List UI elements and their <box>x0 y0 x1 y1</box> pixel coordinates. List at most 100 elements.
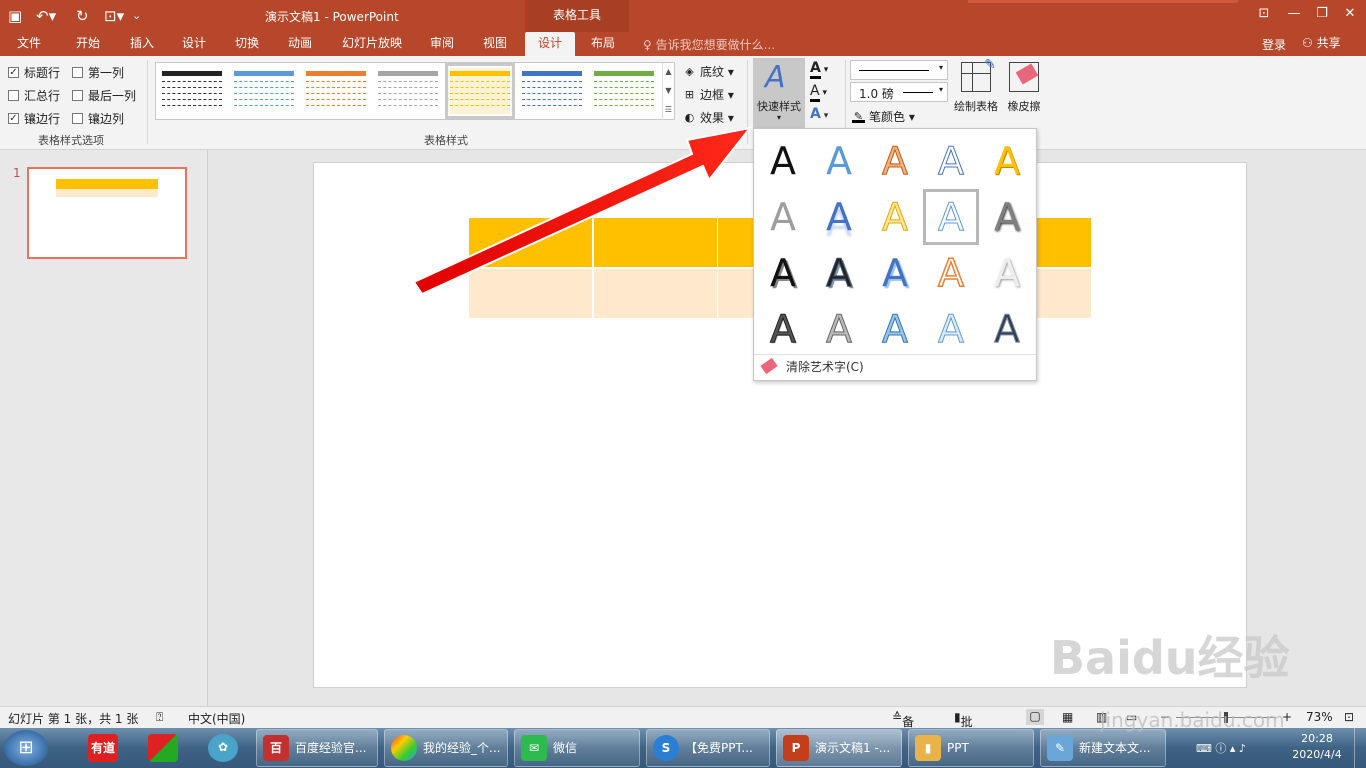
table-style-swatch[interactable] <box>306 68 366 114</box>
redo-icon[interactable]: ↻ <box>76 6 89 26</box>
wordart-style-option[interactable]: A <box>755 245 811 301</box>
ribbon-display-icon[interactable]: ⊡ <box>1252 4 1276 24</box>
checkbox-header-row[interactable]: ✓ 标题行 <box>8 64 60 81</box>
table-style-swatch[interactable] <box>234 68 294 114</box>
wordart-letter: A <box>826 251 853 296</box>
checkbox-last-column[interactable]: 最后一列 <box>72 87 136 104</box>
eraser-icon <box>1009 62 1039 92</box>
share-button[interactable]: ⚇ 共享 <box>1298 34 1356 54</box>
tell-me-box[interactable]: ♀ 告诉我您想要做什么... <box>643 36 775 53</box>
tab-transitions[interactable]: 切换 <box>225 32 269 56</box>
wordart-style-option[interactable]: A <box>923 189 979 245</box>
spellcheck-icon[interactable]: ⍰ <box>156 710 163 725</box>
close-icon[interactable]: ✕ <box>1338 4 1362 24</box>
text-fill-button[interactable]: A ▾ <box>810 60 828 79</box>
table-style-swatch[interactable] <box>162 68 222 114</box>
wordart-style-option[interactable]: A <box>923 133 979 189</box>
checkbox-total-row[interactable]: 汇总行 <box>8 87 60 104</box>
wordart-style-option[interactable]: A <box>811 189 867 245</box>
present-icon[interactable]: ⊡▾ <box>104 6 124 26</box>
table-style-swatch[interactable] <box>522 68 582 114</box>
taskbar-wechat[interactable]: ✉ 微信 <box>514 729 640 767</box>
wordart-style-option[interactable]: A <box>979 189 1035 245</box>
show-desktop-button[interactable] <box>1354 728 1366 768</box>
checkbox-first-column[interactable]: 第一列 <box>72 64 124 81</box>
slide-info: 幻灯片 第 1 张，共 1 张 <box>8 712 139 726</box>
comments-button[interactable]: ▮ 批注 <box>954 710 973 746</box>
start-button[interactable]: ⊞ <box>4 730 48 766</box>
pinned-flower-icon[interactable]: ✿ <box>196 729 256 767</box>
tab-animations[interactable]: 动画 <box>278 32 322 56</box>
pinned-app-icon[interactable] <box>136 729 196 767</box>
tab-design[interactable]: 设计 <box>172 32 216 56</box>
normal-view-icon[interactable]: ▢ <box>1026 709 1044 725</box>
wordart-style-option[interactable]: A <box>923 245 979 301</box>
tab-table-layout[interactable]: 布局 <box>580 32 626 56</box>
wordart-style-option[interactable]: A <box>755 189 811 245</box>
taskbar-my-jingyan[interactable]: 我的经验_个... <box>384 729 508 767</box>
tab-review[interactable]: 审阅 <box>420 32 464 56</box>
wordart-style-option[interactable]: A <box>811 245 867 301</box>
tray-icons[interactable]: ⌨ ⓘ ▴ ♪ <box>1196 740 1246 756</box>
sorter-view-icon[interactable]: ▦ <box>1062 710 1073 724</box>
tab-insert[interactable]: 插入 <box>120 32 164 56</box>
wordart-style-option[interactable]: A <box>867 133 923 189</box>
tab-slideshow[interactable]: 幻灯片放映 <box>336 32 408 56</box>
wordart-style-option[interactable]: A <box>867 189 923 245</box>
ribbon-tabs: 文件 开始 插入 设计 切换 动画 幻灯片放映 审阅 视图 设计 布局 ♀ 告诉… <box>0 32 1366 56</box>
gallery-scroll-up-icon[interactable]: ▲ <box>662 63 674 82</box>
wordart-style-option[interactable]: A <box>979 245 1035 301</box>
language-indicator[interactable]: 中文(中国) <box>188 710 245 727</box>
taskbar-baidu-jingyan[interactable]: 百百度经验官... <box>256 729 378 767</box>
wordart-style-option[interactable]: A <box>979 301 1035 357</box>
notes-button[interactable]: ≙ 备注 <box>892 710 914 746</box>
system-clock[interactable]: 20:28 2020/4/4 <box>1284 731 1350 763</box>
table-style-swatch[interactable] <box>378 68 438 114</box>
tab-file[interactable]: 文件 <box>8 32 50 56</box>
save-icon[interactable]: ▣ <box>8 6 22 26</box>
customize-qat-icon[interactable]: ⌄ <box>132 6 141 26</box>
gallery-scroll-down-icon[interactable]: ▼ <box>662 82 674 101</box>
taskbar-powerpoint[interactable]: P 演示文稿1 -... <box>776 729 902 767</box>
tab-view[interactable]: 视图 <box>473 32 517 56</box>
table-style-swatch[interactable] <box>445 63 515 119</box>
minimize-icon[interactable]: — <box>1282 4 1306 24</box>
wordart-style-option[interactable]: A <box>867 301 923 357</box>
wordart-style-option[interactable]: A <box>923 301 979 357</box>
restore-icon[interactable]: ❐ <box>1310 4 1334 24</box>
tab-table-design[interactable]: 设计 <box>525 32 575 56</box>
wordart-style-option[interactable]: A <box>755 301 811 357</box>
text-effects-button[interactable]: A ▾ <box>810 106 828 122</box>
shading-button[interactable]: ◈ 底纹 ▾ <box>683 63 734 80</box>
wordart-style-option[interactable]: A <box>979 133 1035 189</box>
text-outline-button[interactable]: A ▾ <box>810 83 827 102</box>
zoom-level[interactable]: 73% <box>1306 710 1333 724</box>
eraser-button[interactable]: 橡皮擦 <box>1002 60 1046 114</box>
tab-home[interactable]: 开始 <box>66 32 110 56</box>
undo-icon[interactable]: ↶▾ <box>36 6 56 26</box>
pinned-youdao[interactable]: 有道 <box>76 729 136 767</box>
pen-color-button[interactable]: ✎ 笔颜色 ▾ <box>852 108 915 125</box>
fit-slide-icon[interactable]: ⊡ <box>1344 710 1354 724</box>
taskbar-notepad[interactable]: ✎ 新建文本文... <box>1040 729 1166 767</box>
login-link[interactable]: 登录 <box>1262 36 1286 53</box>
taskbar-ppt-folder[interactable]: ▮ PPT <box>908 729 1034 767</box>
table-tools-context-label: 表格工具 <box>525 0 629 32</box>
wordart-style-option[interactable]: A <box>811 133 867 189</box>
baidu-watermark: Baidu经验 <box>1050 631 1290 685</box>
borders-button[interactable]: ⊞ 边框 ▾ <box>683 86 734 103</box>
wordart-style-option[interactable]: A <box>811 301 867 357</box>
checkbox-banded-rows[interactable]: ✓ 镶边行 <box>8 110 60 127</box>
clear-wordart-menu-item[interactable]: 清除艺术字(C) <box>754 354 1036 380</box>
checkbox-banded-columns[interactable]: 镶边列 <box>72 110 124 127</box>
taskbar-free-ppt[interactable]: S 【免费PPT... <box>646 729 770 767</box>
person-add-icon: ⚇ <box>1302 36 1317 50</box>
check-icon: ✓ <box>8 67 19 78</box>
pen-style-combo[interactable]: ▾ <box>850 60 948 80</box>
wordart-style-option[interactable]: A <box>755 133 811 189</box>
draw-table-button[interactable]: ✎ 绘制表格 <box>952 57 1000 114</box>
wordart-style-option[interactable]: A <box>867 245 923 301</box>
pen-weight-combo[interactable]: 1.0 磅 ▾ <box>850 82 948 102</box>
slide-thumbnail-1[interactable] <box>27 167 187 259</box>
table-style-swatch[interactable] <box>594 68 654 114</box>
